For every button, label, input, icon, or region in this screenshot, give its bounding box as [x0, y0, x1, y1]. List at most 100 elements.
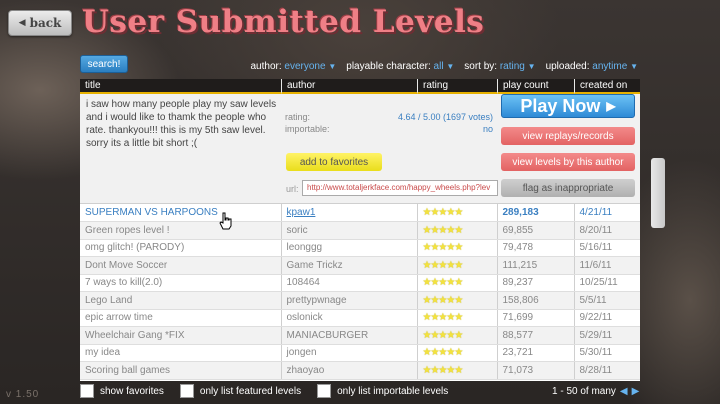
pager-label: 1 - 50 of many: [552, 385, 616, 397]
level-date: 5/30/11: [573, 344, 640, 362]
filter-bar: author: everyone ▼ playable character: a…: [251, 61, 639, 72]
level-title: Green ropes level !: [80, 221, 281, 240]
level-date: 5/16/11: [573, 239, 640, 257]
table-row[interactable]: Lego Land prettypwnage ★★★★★ 158,806 5/5…: [80, 291, 640, 310]
view-replays-button[interactable]: view replays/records: [501, 127, 635, 145]
level-date: 5/5/11: [573, 291, 640, 310]
flag-inappropriate-button[interactable]: flag as inappropriate: [501, 179, 635, 197]
level-date: 9/22/11: [573, 309, 640, 327]
checkbox-box[interactable]: [80, 384, 94, 398]
level-author: prettypwnage: [280, 291, 417, 310]
column-rating[interactable]: rating: [417, 79, 497, 94]
level-title: Wheelchair Gang *FIX: [80, 326, 281, 345]
level-author: MANIACBURGER: [280, 326, 417, 345]
level-title[interactable]: SUPERMAN VS HARPOONS: [80, 204, 281, 222]
level-rating: ★★★★★: [416, 204, 497, 222]
level-plays: 88,577: [496, 326, 574, 345]
level-title: Dont Move Soccer: [80, 256, 281, 275]
caret-down-icon: ▼: [446, 62, 455, 71]
star-rating-icon: ★★★★★: [422, 277, 464, 289]
back-button[interactable]: ◀ back: [8, 10, 72, 36]
level-title: epic arrow time: [80, 309, 281, 327]
show-favorites-checkbox[interactable]: show favorites: [80, 384, 164, 398]
column-play-count[interactable]: play count: [497, 79, 574, 94]
filter-character[interactable]: playable character: all ▼: [346, 61, 454, 72]
table-row[interactable]: Scoring ball games zhaoyao ★★★★★ 71,073 …: [80, 361, 640, 380]
levels-table: SUPERMAN VS HARPOONS kpaw1 ★★★★★ 289,183…: [80, 204, 640, 380]
bottom-bar: show favorites only list featured levels…: [80, 383, 640, 399]
level-date: 5/29/11: [573, 326, 640, 345]
add-to-favorites-button[interactable]: add to favorites: [286, 153, 382, 171]
scrollbar-thumb[interactable]: [651, 158, 665, 228]
level-title: Lego Land: [80, 291, 281, 310]
importable-only-checkbox[interactable]: only list importable levels: [317, 384, 448, 398]
star-rating-icon: ★★★★★: [422, 312, 464, 324]
level-title: Scoring ball games: [80, 361, 281, 380]
filter-sort[interactable]: sort by: rating ▼: [464, 61, 535, 72]
table-row[interactable]: my idea jongen ★★★★★ 23,721 5/30/11: [80, 344, 640, 362]
star-rating-icon: ★★★★★: [422, 224, 464, 236]
level-date: 11/6/11: [573, 256, 640, 275]
level-plays: 23,721: [496, 344, 574, 362]
play-triangle-icon: ▶: [606, 99, 616, 113]
level-title: omg glitch! (PARODY): [80, 239, 281, 257]
level-plays: 111,215: [496, 256, 574, 275]
table-row[interactable]: epic arrow time oslonick ★★★★★ 71,699 9/…: [80, 309, 640, 327]
level-rating: ★★★★★: [416, 256, 497, 275]
level-author: 108464: [280, 274, 417, 292]
rating-label: rating:: [285, 112, 311, 122]
caret-down-icon: ▼: [328, 62, 337, 71]
level-title: 7 ways to kill(2.0): [80, 274, 281, 292]
level-rating: ★★★★★: [416, 326, 497, 345]
scrollbar-track[interactable]: [649, 94, 665, 381]
level-plays: 89,237: [496, 274, 574, 292]
checkbox-box[interactable]: [317, 384, 332, 398]
level-rating: ★★★★★: [416, 344, 497, 362]
table-row[interactable]: Green ropes level ! soric ★★★★★ 69,855 8…: [80, 221, 640, 240]
prev-page-icon[interactable]: ◀: [620, 386, 628, 397]
page-title: User Submitted Levels: [82, 4, 485, 40]
filter-uploaded[interactable]: uploaded: anytime ▼: [546, 61, 638, 72]
level-author: oslonick: [280, 309, 417, 327]
level-plays: 79,478: [496, 239, 574, 257]
column-created-on[interactable]: created on: [574, 79, 640, 94]
filter-author[interactable]: author: everyone ▼: [251, 61, 337, 72]
star-rating-icon: ★★★★★: [422, 242, 464, 254]
search-button[interactable]: search!: [80, 55, 128, 73]
table-row[interactable]: Dont Move Soccer Game Trickz ★★★★★ 111,2…: [80, 256, 640, 275]
level-detail: i saw how many people play my saw levels…: [80, 94, 640, 204]
level-date: 10/25/11: [573, 274, 640, 292]
star-rating-icon: ★★★★★: [422, 364, 464, 376]
level-rating: ★★★★★: [416, 291, 497, 310]
level-author: soric: [280, 221, 417, 240]
level-plays: 158,806: [496, 291, 574, 310]
level-rating: ★★★★★: [416, 221, 497, 240]
level-info: rating: 4.64 / 5.00 (1697 votes) importa…: [285, 100, 493, 136]
level-plays: 71,073: [496, 361, 574, 380]
level-plays: 69,855: [496, 221, 574, 240]
level-title: my idea: [80, 344, 281, 362]
featured-only-checkbox[interactable]: only list featured levels: [179, 384, 301, 398]
column-author[interactable]: author: [281, 79, 417, 94]
checkbox-box[interactable]: [179, 384, 194, 398]
table-row[interactable]: omg glitch! (PARODY) leonggg ★★★★★ 79,47…: [80, 239, 640, 257]
star-rating-icon: ★★★★★: [422, 347, 464, 359]
star-rating-icon: ★★★★★: [422, 259, 464, 271]
star-rating-icon: ★★★★★: [422, 294, 464, 306]
url-field[interactable]: http://www.totaljerkface.com/happy_wheel…: [302, 180, 498, 196]
level-rating: ★★★★★: [416, 361, 497, 380]
level-list: i saw how many people play my saw levels…: [80, 94, 640, 381]
level-description: i saw how many people play my saw levels…: [86, 99, 277, 149]
level-author: Game Trickz: [280, 256, 417, 275]
level-date: 8/20/11: [573, 221, 640, 240]
play-now-button[interactable]: Play Now ▶: [501, 94, 635, 118]
table-row[interactable]: Wheelchair Gang *FIX MANIACBURGER ★★★★★ …: [80, 326, 640, 345]
view-author-levels-button[interactable]: view levels by this author: [501, 153, 635, 171]
next-page-icon[interactable]: ▶: [632, 386, 640, 397]
table-row[interactable]: SUPERMAN VS HARPOONS kpaw1 ★★★★★ 289,183…: [80, 204, 640, 222]
table-row[interactable]: 7 ways to kill(2.0) 108464 ★★★★★ 89,237 …: [80, 274, 640, 292]
level-author: zhaoyao: [280, 361, 417, 380]
level-author[interactable]: kpaw1: [280, 204, 417, 222]
column-title[interactable]: title: [80, 79, 281, 94]
star-rating-icon: ★★★★★: [422, 207, 464, 218]
